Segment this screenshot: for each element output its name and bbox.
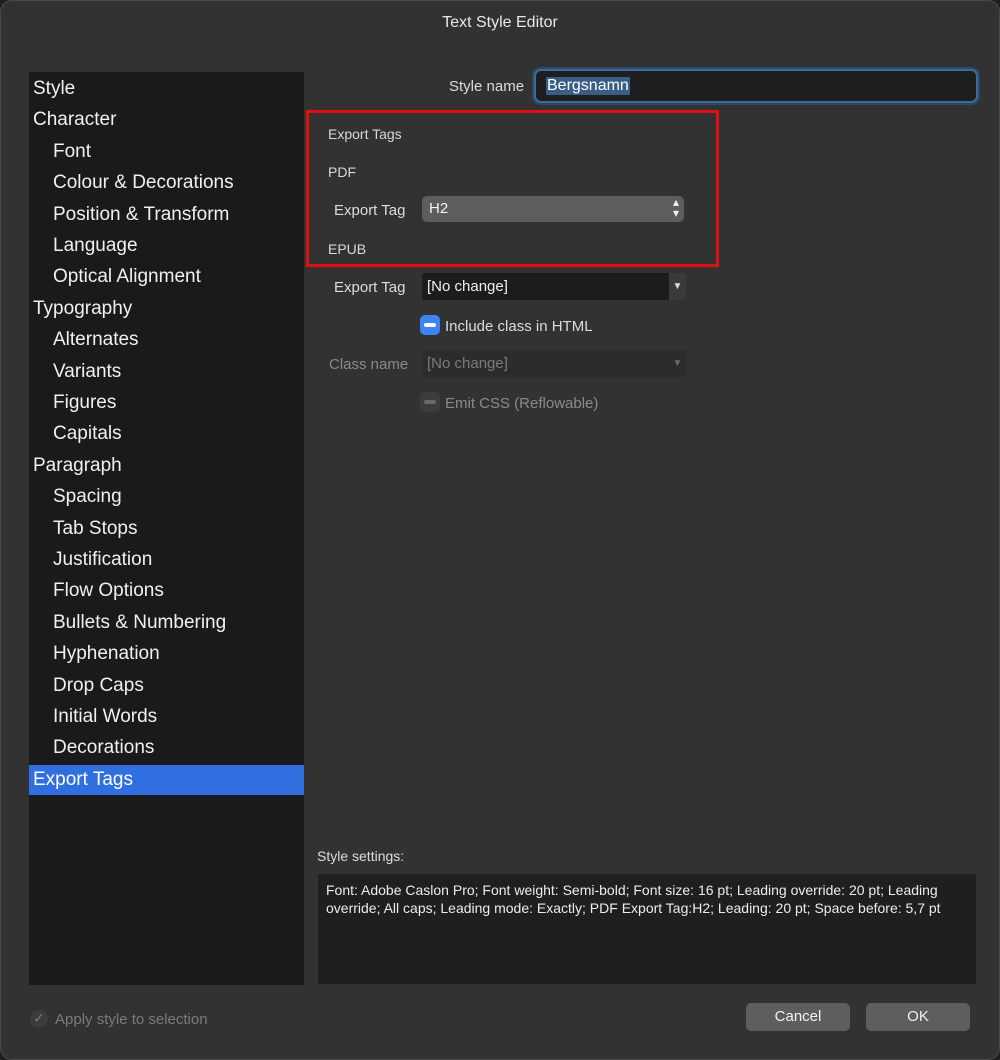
sidebar-item-optical-alignment[interactable]: Optical Alignment [29,262,304,292]
sidebar-item-flow-options[interactable]: Flow Options [29,576,304,606]
sidebar-item-typography[interactable]: Typography [29,294,304,324]
sidebar-item-style[interactable]: Style [29,74,304,104]
sidebar-item-figures[interactable]: Figures [29,388,304,418]
pdf-export-tag-select[interactable]: H2 ▴ ▾ [422,196,684,222]
pdf-export-tag-value: H2 [429,200,449,217]
style-name-label: Style name [449,78,525,95]
up-down-chevron-icon: ▴ ▾ [672,195,679,220]
sidebar-item-decorations[interactable]: Decorations [29,733,304,763]
sidebar-item-initial-words[interactable]: Initial Words [29,702,304,732]
sidebar-item-variants[interactable]: Variants [29,357,304,387]
sidebar-item-paragraph[interactable]: Paragraph [29,451,304,481]
sidebar-item-alternates[interactable]: Alternates [29,325,304,355]
window-title: Text Style Editor [442,14,558,31]
mixed-state-icon [424,400,436,404]
style-name-value[interactable]: Bergsnamn [546,77,630,95]
chevron-down-icon[interactable]: ▼ [669,350,686,377]
sidebar-item-colour-and-decorations[interactable]: Colour & Decorations [29,168,304,198]
chevron-down-icon[interactable]: ▼ [669,273,686,300]
sidebar-item-spacing[interactable]: Spacing [29,482,304,512]
mixed-state-icon [424,323,436,327]
sidebar-item-justification[interactable]: Justification [29,545,304,575]
sidebar-item-tab-stops[interactable]: Tab Stops [29,514,304,544]
sidebar-item-hyphenation[interactable]: Hyphenation [29,639,304,669]
sidebar-item-capitals[interactable]: Capitals [29,419,304,449]
style-settings-label: Style settings: [317,848,405,864]
sidebar-item-font[interactable]: Font [29,137,304,167]
sidebar-item-bullets-and-numbering[interactable]: Bullets & Numbering [29,608,304,638]
category-sidebar: Style Character Font Colour & Decorations Po… [29,72,304,985]
style-settings-summary: Font: Adobe Caslon Pro; Font weight: Sem… [318,874,976,984]
sidebar-item-position-and-transform[interactable]: Position & Transform [29,200,304,230]
sidebar-item-language[interactable]: Language [29,231,304,261]
apply-style-checkbox[interactable]: ✓ [30,1010,48,1028]
sidebar-item-character[interactable]: Character [29,105,304,135]
export-tags-heading: Export Tags [328,126,402,142]
text-style-editor-window: Text Style Editor Style Character Font Colo… [0,0,1000,1060]
class-name-value[interactable]: [No change] [427,355,508,372]
class-name-label: Class name [329,356,409,373]
epub-export-tag-value[interactable]: [No change] [427,278,508,295]
class-name-combo[interactable]: [No change] ▼ [422,350,686,377]
sidebar-item-drop-caps[interactable]: Drop Caps [29,671,304,701]
pdf-section-heading: PDF [328,164,356,180]
include-class-checkbox[interactable] [420,315,440,335]
epub-export-tag-label: Export Tag [334,279,406,296]
pdf-export-tag-label: Export Tag [334,202,406,219]
cancel-button[interactable]: Cancel [746,1003,850,1031]
sidebar-item-export-tags[interactable]: Export Tags [29,764,304,795]
ok-button[interactable]: OK [866,1003,970,1031]
include-class-label: Include class in HTML [445,318,593,335]
style-name-input[interactable]: Bergsnamn [534,69,978,103]
emit-css-label: Emit CSS (Reflowable) [445,395,599,412]
epub-section-heading: EPUB [328,241,367,257]
epub-export-tag-combo[interactable]: [No change] ▼ [422,273,686,300]
checkmark-icon: ✓ [33,1010,45,1026]
apply-style-label: Apply style to selection [55,1011,208,1028]
emit-css-checkbox[interactable] [420,392,440,412]
